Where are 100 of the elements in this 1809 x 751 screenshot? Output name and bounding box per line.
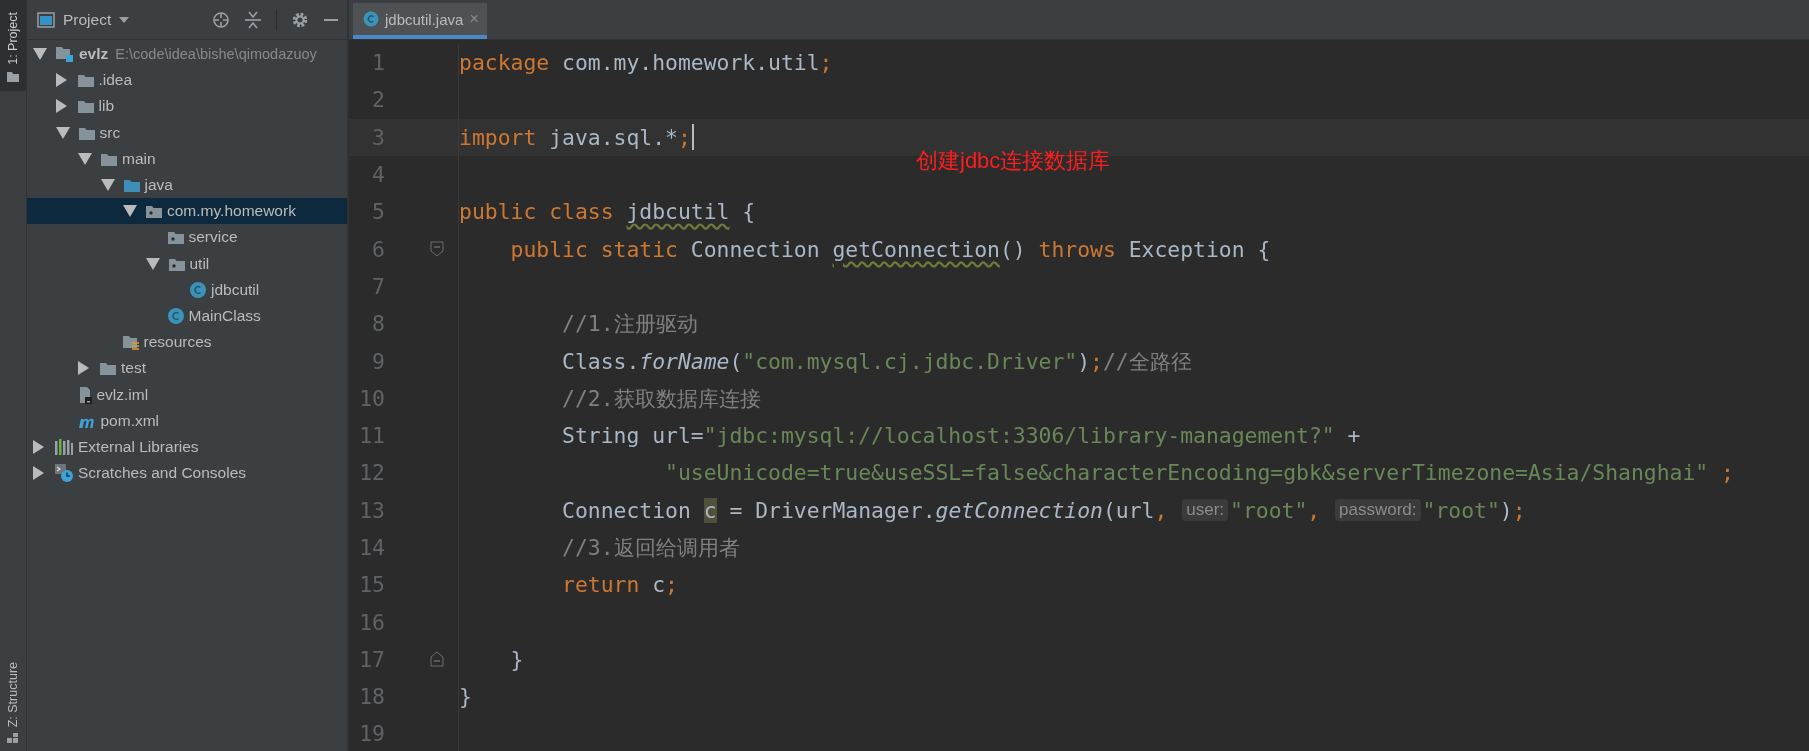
tree-item[interactable]: Scratches and Consoles bbox=[27, 460, 347, 487]
expand-arrow-icon[interactable] bbox=[33, 466, 44, 481]
tree-item[interactable]: pom.xml bbox=[27, 407, 347, 434]
parameter-hint: password: bbox=[1335, 499, 1421, 522]
folder-icon bbox=[76, 72, 95, 89]
line-number: 12 bbox=[358, 460, 385, 486]
code-text: ; bbox=[819, 50, 833, 76]
line-number: 6 bbox=[371, 236, 385, 262]
code-text: = DriverManager. bbox=[728, 497, 936, 523]
code-text: { bbox=[741, 199, 756, 225]
fold-marker-icon[interactable] bbox=[430, 651, 444, 668]
item-label: service bbox=[188, 228, 238, 247]
code-text: ( bbox=[729, 348, 743, 374]
tree-item[interactable]: evlz E:\code\idea\bishe\qimodazuoy bbox=[27, 41, 347, 68]
code-text: getConnection bbox=[935, 497, 1103, 523]
class-icon bbox=[166, 306, 185, 325]
code-text: forName bbox=[639, 348, 730, 374]
tree-item[interactable]: util bbox=[27, 250, 347, 277]
code-text: java.sql.* bbox=[548, 124, 678, 150]
code-text: public class bbox=[459, 199, 615, 225]
item-path: E:\code\idea\bishe\qimodazuoy bbox=[115, 46, 317, 63]
line-number: 15 bbox=[358, 572, 385, 598]
class-icon bbox=[189, 280, 207, 299]
item-label: java bbox=[144, 176, 173, 195]
tree-item[interactable]: evlz.iml bbox=[27, 381, 347, 408]
code-text: Connection bbox=[689, 236, 821, 262]
expand-arrow-icon[interactable] bbox=[55, 99, 67, 114]
locate-icon[interactable] bbox=[212, 10, 230, 29]
tree-item[interactable]: src bbox=[27, 119, 347, 146]
code-text: "useUnicode=true&useSSL=false&characterEncoding=gbk&serverTimezone=Asia/Shanghai" bbox=[664, 460, 1709, 486]
file-tab[interactable]: jdbcutil.java × bbox=[353, 3, 487, 39]
item-label: evlz bbox=[79, 45, 109, 64]
expand-arrow-icon[interactable] bbox=[78, 361, 89, 376]
resources-folder-icon bbox=[121, 333, 140, 352]
line-number: 5 bbox=[371, 199, 385, 225]
code-text: , bbox=[1154, 497, 1169, 523]
code-text: ; bbox=[1720, 460, 1734, 486]
item-label: test bbox=[121, 359, 146, 378]
code-comment: //2.获取数据库连接 bbox=[561, 384, 761, 413]
code-comment: //1.注册驱动 bbox=[561, 310, 698, 339]
tree-item[interactable]: test bbox=[27, 355, 347, 382]
code-comment: //全路径 bbox=[1102, 347, 1192, 376]
line-number: 2 bbox=[371, 87, 385, 113]
code-text: } bbox=[509, 646, 524, 672]
code-text: ; bbox=[665, 572, 678, 598]
view-dropdown[interactable]: Project bbox=[37, 10, 130, 29]
item-label: com.my.homework bbox=[167, 202, 296, 221]
item-label: MainClass bbox=[188, 306, 261, 325]
line-number: 18 bbox=[358, 684, 385, 710]
project-tool-tab[interactable]: 1: Project bbox=[0, 0, 26, 91]
expand-arrow-icon[interactable] bbox=[55, 73, 67, 88]
code-text: ) bbox=[1077, 348, 1091, 374]
tree-item[interactable]: lib bbox=[27, 93, 347, 120]
package-folder-icon bbox=[166, 229, 185, 246]
structure-tool-tab[interactable]: Z: Structure bbox=[0, 649, 26, 751]
line-number: 11 bbox=[358, 423, 385, 449]
tree-item[interactable]: service bbox=[27, 224, 347, 251]
item-label: evlz.iml bbox=[96, 385, 149, 404]
folder-icon bbox=[76, 98, 95, 115]
line-number: 7 bbox=[371, 273, 385, 299]
code-text: "root" bbox=[1230, 497, 1308, 523]
parameter-hint: user: bbox=[1182, 499, 1228, 522]
code-text: jdbcutil bbox=[626, 199, 730, 225]
library-icon bbox=[54, 437, 74, 456]
tree-item[interactable]: .idea bbox=[27, 67, 347, 94]
code-text: return bbox=[561, 572, 640, 598]
code-text: import bbox=[459, 124, 537, 150]
code-text: com.my.homework.util bbox=[561, 50, 820, 76]
tree-item[interactable]: resources bbox=[27, 329, 347, 356]
code-text: Exception { bbox=[1127, 236, 1271, 262]
tree-item[interactable]: com.my.homework bbox=[27, 198, 347, 225]
item-label: resources bbox=[143, 333, 212, 352]
module-folder-icon bbox=[55, 45, 75, 64]
tree-item[interactable]: External Libraries bbox=[27, 433, 347, 460]
item-label: util bbox=[189, 254, 210, 273]
collapse-all-icon[interactable] bbox=[244, 10, 262, 29]
code-text: "root" bbox=[1422, 497, 1500, 523]
code-text: (url bbox=[1102, 497, 1155, 523]
code-text: ; bbox=[677, 124, 691, 150]
line-number: 19 bbox=[358, 721, 385, 747]
item-label: main bbox=[122, 149, 156, 168]
fold-marker-icon[interactable] bbox=[430, 241, 444, 258]
caret-icon bbox=[119, 16, 130, 23]
structure-icon bbox=[7, 733, 19, 743]
expand-arrow-icon[interactable] bbox=[33, 439, 44, 454]
scratch-console-icon bbox=[54, 463, 74, 484]
tree-item[interactable]: jdbcutil bbox=[27, 276, 347, 303]
line-number: 4 bbox=[371, 162, 385, 188]
settings-icon[interactable] bbox=[291, 10, 309, 29]
line-number: 10 bbox=[358, 385, 385, 411]
code-text: "com.mysql.cj.jdbc.Driver" bbox=[742, 348, 1078, 374]
item-label: src bbox=[99, 123, 121, 142]
tree-item[interactable]: MainClass bbox=[27, 302, 347, 330]
tree-item[interactable]: main bbox=[27, 145, 347, 172]
line-number: 9 bbox=[371, 348, 385, 374]
line-number: 1 bbox=[371, 50, 385, 76]
line-number: 17 bbox=[358, 646, 385, 672]
annotation-text: 创建jdbc连接数据库 bbox=[916, 147, 1111, 175]
code-text: throws bbox=[1038, 236, 1116, 262]
line-number: 14 bbox=[358, 535, 385, 560]
